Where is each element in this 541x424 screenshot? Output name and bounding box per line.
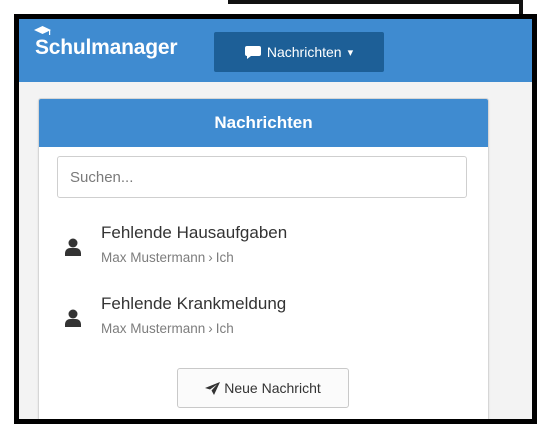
paper-plane-icon	[205, 381, 221, 395]
message-sender: Max Mustermann	[101, 250, 206, 265]
message-meta: Max Mustermann › Ich	[101, 321, 234, 336]
message-meta: Max Mustermann › Ich	[101, 250, 234, 265]
new-message-button[interactable]: Neue Nachricht	[177, 368, 349, 408]
app-window: Schulmanager Nachrichten ▾ Nachrichten F…	[14, 14, 537, 424]
navbar: Schulmanager Nachrichten ▾	[19, 19, 532, 82]
message-recipient: Ich	[215, 321, 234, 336]
message-subject: Fehlende Krankmeldung	[101, 294, 287, 313]
chat-bubble-icon	[244, 45, 261, 59]
messages-button-label: Nachrichten	[266, 44, 342, 60]
chevron-right-icon: ›	[208, 321, 213, 336]
chevron-down-icon: ▾	[347, 46, 354, 59]
message-sender: Max Mustermann	[101, 321, 206, 336]
message-list-item[interactable]: Fehlende Hausaufgaben Max Mustermann › Ich	[57, 223, 467, 275]
message-subject: Fehlende Hausaufgaben	[101, 223, 288, 242]
message-recipient: Ich	[215, 250, 234, 265]
new-message-label: Neue Nachricht	[224, 380, 321, 396]
messages-panel: Nachrichten Fehlende Hausaufgaben Max Mu…	[38, 98, 489, 419]
graduation-cap-icon	[34, 26, 51, 35]
message-list-item[interactable]: Fehlende Krankmeldung Max Mustermann › Ich	[57, 294, 467, 346]
search-input[interactable]	[57, 156, 467, 198]
user-icon	[65, 309, 81, 327]
panel-title: Nachrichten	[39, 99, 488, 147]
top-border-line	[228, 0, 523, 4]
brand-logo[interactable]: Schulmanager	[35, 36, 178, 60]
top-border-corner	[519, 0, 523, 14]
chevron-right-icon: ›	[208, 250, 213, 265]
user-icon	[65, 238, 81, 256]
messages-dropdown-button[interactable]: Nachrichten ▾	[214, 32, 384, 72]
